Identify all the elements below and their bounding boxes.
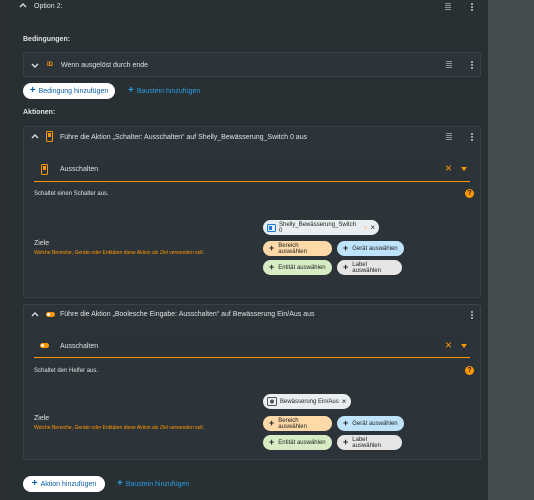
right-gutter	[488, 0, 534, 500]
option-panel: Option 2: Bedingungen: ID Wenn ausgelöst…	[10, 0, 488, 500]
plus-icon: +	[269, 243, 275, 253]
entity-chip-label: Entität auswählen	[278, 264, 326, 271]
entity-chip-label: Bewässerung Ein/Aus	[280, 398, 339, 405]
trigger-id-icon: ID	[47, 62, 53, 68]
entity-chip[interactable]: Shelly_Bewässerung_Switch 0 ‹› ×	[263, 220, 379, 235]
dropdown-arrow-icon[interactable]	[461, 167, 467, 171]
more-menu-icon[interactable]	[470, 2, 474, 12]
plus-icon: +	[269, 418, 275, 428]
helper-icon	[267, 397, 277, 406]
label-chip-label: Label auswählen	[352, 436, 381, 449]
entity-chip-label: Shelly_Bewässerung_Switch 0	[279, 221, 357, 234]
add-block-button[interactable]: + Baustein hinzufügen	[128, 86, 200, 96]
chevron-up-icon[interactable]	[30, 310, 40, 320]
area-chip-label: Bereich auswählen	[278, 417, 307, 430]
targets-label: Ziele	[34, 240, 50, 247]
more-menu-icon[interactable]	[470, 310, 474, 320]
entity-select-chip[interactable]: + Entität auswählen	[263, 435, 332, 450]
remove-icon[interactable]: ×	[342, 397, 347, 406]
plus-icon: +	[29, 85, 36, 96]
drag-handle-icon[interactable]	[445, 3, 451, 11]
chevron-up-icon[interactable]	[18, 1, 28, 11]
add-block-label: Baustein hinzufügen	[125, 480, 190, 488]
action-select[interactable]: Ausschalten ×	[34, 334, 470, 358]
select-value: Ausschalten	[60, 343, 99, 350]
switch-icon	[41, 164, 48, 175]
plus-icon: +	[128, 85, 134, 96]
device-chip[interactable]: + Gerät auswählen	[337, 416, 404, 431]
device-chip-label: Gerät auswählen	[352, 420, 398, 427]
drag-handle-icon[interactable]	[446, 61, 452, 69]
label-chip-label: Label auswählen	[352, 261, 381, 274]
toggle-icon	[46, 312, 55, 317]
plus-icon: +	[269, 437, 275, 447]
dropdown-arrow-icon[interactable]	[461, 344, 467, 348]
plus-icon: +	[343, 262, 349, 272]
option-title: Option 2:	[34, 3, 63, 10]
select-value: Ausschalten	[60, 166, 99, 173]
switch-icon	[46, 131, 53, 142]
plus-icon: +	[31, 478, 38, 489]
remove-icon[interactable]: ×	[370, 223, 375, 232]
add-block-button[interactable]: + Baustein hinzufügen	[117, 479, 189, 489]
switch-icon	[267, 223, 276, 232]
label-chip[interactable]: + Label auswählen	[337, 260, 402, 275]
conditions-heading: Bedingungen:	[23, 36, 71, 43]
device-chip[interactable]: + Gerät auswählen	[337, 241, 404, 256]
plus-icon: +	[343, 243, 349, 253]
area-chip[interactable]: + Bereich auswählen	[263, 416, 332, 431]
plus-icon: +	[343, 418, 349, 428]
left-gutter	[0, 0, 10, 500]
plus-icon: +	[343, 437, 349, 447]
targets-label: Ziele	[34, 415, 50, 422]
drag-handle-icon[interactable]	[446, 133, 452, 141]
help-icon[interactable]: ?	[465, 189, 474, 198]
action-title: Führe die Aktion „Boolesche Eingabe: Aus…	[60, 311, 315, 318]
entity-select-chip[interactable]: + Entität auswählen	[263, 260, 332, 275]
action-description: Schaltet einen Schalter aus.	[34, 191, 109, 197]
plus-icon: +	[269, 262, 275, 272]
more-menu-icon[interactable]	[470, 60, 474, 70]
label-chip[interactable]: + Label auswählen	[337, 435, 402, 450]
area-chip[interactable]: + Bereich auswählen	[263, 241, 332, 256]
chevron-up-icon[interactable]	[30, 132, 40, 142]
area-chip-label: Bereich auswählen	[278, 242, 307, 255]
action-description: Schaltet den Helfer aus.	[34, 368, 99, 374]
clear-icon[interactable]: ×	[445, 339, 452, 351]
plus-icon: +	[117, 478, 123, 489]
device-chip-label: Gerät auswählen	[352, 245, 398, 252]
add-block-label: Baustein hinzufügen	[136, 87, 201, 95]
add-action-label: Aktion hinzufügen	[40, 480, 97, 488]
add-condition-button[interactable]: + Bedingung hinzufügen	[23, 83, 115, 99]
action-title: Führe die Aktion „Schalter: Ausschalten“…	[60, 134, 308, 141]
entity-chip[interactable]: Bewässerung Ein/Aus ×	[263, 394, 351, 409]
help-icon[interactable]: ?	[465, 366, 474, 375]
expand-icon[interactable]: ‹›	[364, 225, 367, 231]
condition-card[interactable]: ID Wenn ausgelöst durch ende	[23, 52, 481, 77]
clear-icon[interactable]: ×	[445, 162, 452, 174]
action-card-1: Führe die Aktion „Schalter: Ausschalten“…	[23, 126, 481, 298]
targets-hint: Welche Bereiche, Geräte oder Entitäten d…	[34, 250, 204, 256]
targets-hint: Welche Bereiche, Geräte oder Entitäten d…	[34, 425, 204, 431]
add-action-button[interactable]: + Aktion hinzufügen	[23, 476, 105, 492]
actions-heading: Aktionen:	[23, 109, 56, 116]
condition-label: Wenn ausgelöst durch ende	[61, 62, 149, 69]
action-select[interactable]: Ausschalten ×	[34, 157, 470, 182]
more-menu-icon[interactable]	[470, 132, 474, 142]
add-condition-label: Bedingung hinzufügen	[38, 87, 109, 95]
entity-chip-label: Entität auswählen	[278, 439, 326, 446]
toggle-icon	[40, 343, 49, 348]
action-card-2: Führe die Aktion „Boolesche Eingabe: Aus…	[23, 304, 481, 460]
chevron-down-icon[interactable]	[30, 60, 40, 70]
